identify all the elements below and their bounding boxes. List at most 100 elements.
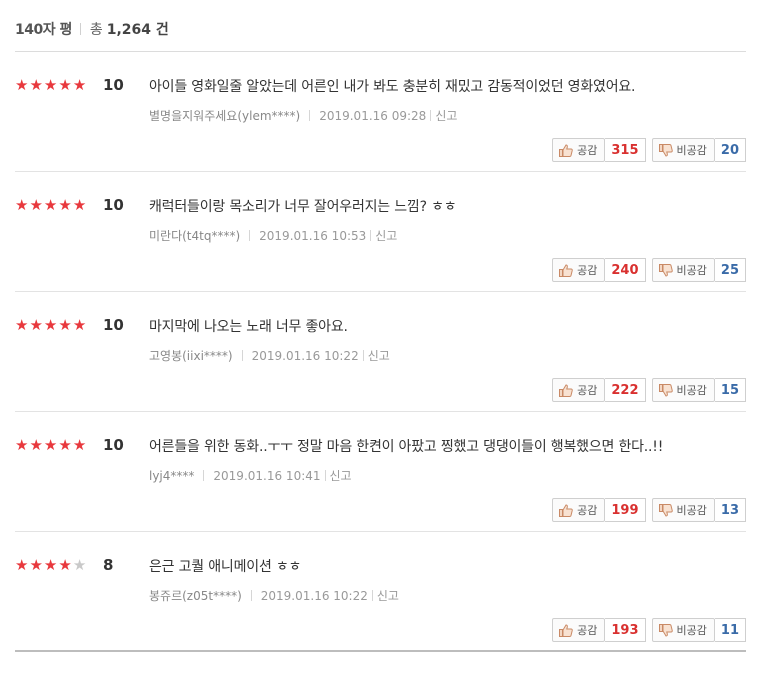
report-link[interactable]: 신고: [435, 107, 457, 124]
vote-controls: 공감 315 비공감 20: [552, 138, 746, 162]
dislike-label: 비공감: [676, 384, 707, 397]
meta-divider: [241, 350, 243, 361]
dislike-count: 15: [714, 378, 746, 402]
vote-controls: 공감 193 비공감 11: [552, 618, 746, 642]
review-author: 봉쥬르(z05t****): [149, 589, 242, 603]
review-score: 10: [103, 436, 124, 454]
thumbs-up-icon: [559, 383, 573, 397]
meta-divider: [370, 230, 372, 241]
thumbs-up-icon: [559, 503, 573, 517]
review-score: 10: [103, 76, 124, 94]
star-icon: ★: [72, 76, 87, 94]
star-rating: ★ ★ ★ ★ ★: [15, 197, 86, 214]
review-author: 고영봉(iixi****): [149, 349, 233, 363]
dislike-count: 13: [714, 498, 746, 522]
dislike-count: 25: [714, 258, 746, 282]
meta-divider: [362, 350, 364, 361]
star-rating: ★ ★ ★ ★ ★: [15, 557, 86, 574]
like-count: 315: [605, 138, 646, 162]
like-button[interactable]: 공감: [552, 378, 606, 402]
dislike-label: 비공감: [676, 504, 707, 517]
thumbs-down-icon: [658, 503, 673, 517]
meta-divider: [430, 110, 432, 121]
star-icon: ★: [58, 316, 72, 334]
like-button[interactable]: 공감: [552, 258, 606, 282]
star-icon: ★: [29, 316, 43, 334]
star-icon: ★: [43, 76, 58, 94]
review-author: lyj4****: [149, 468, 195, 483]
star-icon: ★: [15, 556, 29, 574]
review-comment: 아이들 영화일줄 알았는데 어른인 내가 봐도 충분히 재밌고 감동적이었던 영…: [149, 79, 636, 95]
like-label: 공감: [577, 264, 598, 277]
review-comment: 마지막에 나오는 노래 너무 좋아요.: [149, 319, 348, 335]
vote-controls: 공감 199 비공감 13: [552, 498, 746, 522]
report-link[interactable]: 신고: [330, 467, 352, 484]
vote-controls: 공감 240 비공감 25: [552, 258, 746, 282]
review-meta: 미란다(t4tq****) 2019.01.16 10:53 신고: [149, 227, 397, 244]
thumbs-up-icon: [559, 143, 573, 157]
dislike-label: 비공감: [676, 624, 707, 637]
thumbs-down-icon: [658, 623, 673, 637]
star-icon: ★: [43, 196, 58, 214]
total-label: 총: [89, 22, 103, 38]
like-label: 공감: [577, 504, 598, 517]
dislike-button[interactable]: 비공감: [651, 258, 715, 282]
like-button[interactable]: 공감: [552, 618, 606, 642]
review-item: ★ ★ ★ ★ ★ 10 아이들 영화일줄 알았는데 어른인 내가 봐도 충분히 재밌고 감…: [15, 52, 746, 172]
review-score: 8: [103, 556, 114, 574]
review-score: 10: [103, 316, 124, 334]
dislike-count: 20: [714, 138, 746, 162]
star-icon: ★: [72, 196, 87, 214]
review-item: ★ ★ ★ ★ ★ 8 은근 고퀄 애니메이션 ㅎㅎ 봉쥬르(z05t****) 2019.01…: [15, 532, 746, 652]
star-rating: ★ ★ ★ ★ ★: [15, 77, 86, 94]
star-icon: ★: [29, 196, 43, 214]
report-link[interactable]: 신고: [368, 347, 390, 364]
meta-divider: [309, 110, 311, 121]
thumbs-up-icon: [559, 623, 573, 637]
review-meta: 별명을지워주세요(ylem****) 2019.01.16 09:28 신고: [149, 107, 457, 124]
star-icon: ★: [43, 556, 58, 574]
like-button[interactable]: 공감: [552, 498, 606, 522]
star-icon: ★: [72, 436, 87, 454]
review-item: ★ ★ ★ ★ ★ 10 마지막에 나오는 노래 너무 좋아요. 고영봉(iixi****) 2…: [15, 292, 746, 412]
review-meta: 고영봉(iixi****) 2019.01.16 10:22 신고: [149, 347, 390, 364]
star-icon: ★: [15, 436, 29, 454]
dislike-count: 11: [714, 618, 746, 642]
star-icon: ★: [29, 556, 43, 574]
report-link[interactable]: 신고: [375, 227, 397, 244]
star-icon: ★: [15, 316, 29, 334]
like-button[interactable]: 공감: [552, 138, 606, 162]
star-icon: ★: [15, 76, 29, 94]
review-header: 140자 평 총 1,264 건: [15, 18, 169, 40]
dislike-button[interactable]: 비공감: [651, 378, 715, 402]
thumbs-down-icon: [658, 263, 673, 277]
dislike-button[interactable]: 비공감: [651, 498, 715, 522]
thumbs-down-icon: [658, 143, 673, 157]
like-label: 공감: [577, 384, 598, 397]
like-label: 공감: [577, 624, 598, 637]
review-score: 10: [103, 196, 124, 214]
star-icon: ★: [29, 76, 43, 94]
dislike-button[interactable]: 비공감: [651, 138, 715, 162]
report-link[interactable]: 신고: [377, 587, 399, 604]
review-item: ★ ★ ★ ★ ★ 10 어른들을 위한 동화..ㅜㅜ 정말 마음 한켠이 아팠고 찡했고 …: [15, 412, 746, 532]
star-rating: ★ ★ ★ ★ ★: [15, 317, 86, 334]
review-author: 미란다(t4tq****): [149, 229, 241, 243]
review-date: 2019.01.16 10:22: [251, 348, 359, 363]
dislike-button[interactable]: 비공감: [651, 618, 715, 642]
review-date: 2019.01.16 10:41: [213, 468, 321, 483]
meta-divider: [250, 590, 252, 601]
review-meta: lyj4**** 2019.01.16 10:41 신고: [149, 467, 352, 484]
star-icon: ★: [58, 76, 72, 94]
star-icon: ★: [58, 436, 72, 454]
review-date: 2019.01.16 09:28: [319, 108, 427, 123]
star-icon: ★: [43, 316, 58, 334]
review-comment: 은근 고퀄 애니메이션 ㅎㅎ: [149, 559, 302, 575]
review-item: ★ ★ ★ ★ ★ 10 캐럭터들이랑 목소리가 너무 잘어우러지는 느낌? ㅎㅎ 미란다(t…: [15, 172, 746, 292]
like-count: 193: [605, 618, 646, 642]
header-divider: [79, 23, 81, 35]
like-count: 199: [605, 498, 646, 522]
vote-controls: 공감 222 비공감 15: [552, 378, 746, 402]
review-meta: 봉쥬르(z05t****) 2019.01.16 10:22 신고: [149, 587, 399, 604]
star-icon: ★: [72, 556, 87, 574]
